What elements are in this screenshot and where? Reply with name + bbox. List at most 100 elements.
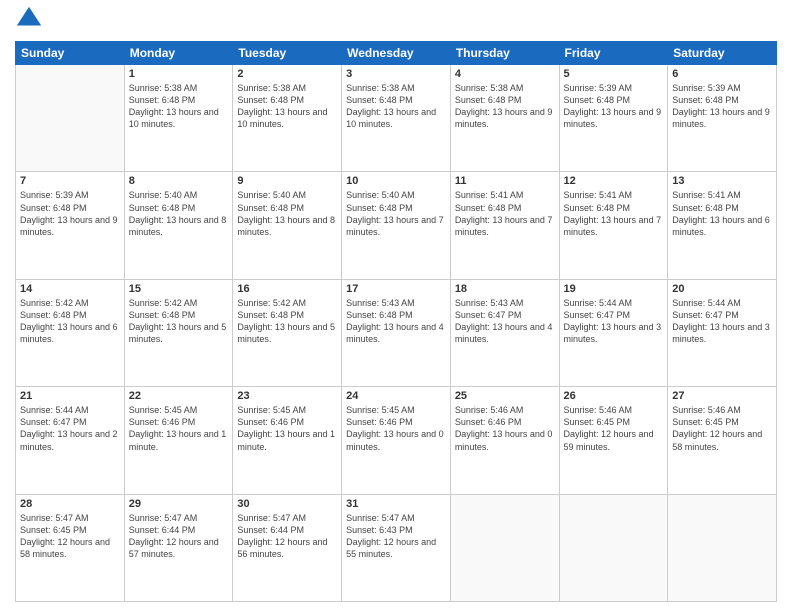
- day-info: Sunrise: 5:42 AMSunset: 6:48 PMDaylight:…: [237, 297, 337, 346]
- day-number: 31: [346, 498, 446, 510]
- day-info: Sunrise: 5:46 AMSunset: 6:45 PMDaylight:…: [672, 404, 772, 453]
- day-number: 9: [237, 175, 337, 187]
- day-info: Sunrise: 5:45 AMSunset: 6:46 PMDaylight:…: [346, 404, 446, 453]
- day-header-monday: Monday: [124, 42, 233, 65]
- day-header-wednesday: Wednesday: [342, 42, 451, 65]
- calendar-cell: 5 Sunrise: 5:39 AMSunset: 6:48 PMDaylight…: [559, 65, 668, 172]
- calendar-cell: 25 Sunrise: 5:46 AMSunset: 6:46 PMDayligh…: [450, 387, 559, 494]
- calendar-week-2: 7 Sunrise: 5:39 AMSunset: 6:48 PMDaylight…: [16, 172, 777, 279]
- calendar-cell: 2 Sunrise: 5:38 AMSunset: 6:48 PMDaylight…: [233, 65, 342, 172]
- day-header-saturday: Saturday: [668, 42, 777, 65]
- day-header-tuesday: Tuesday: [233, 42, 342, 65]
- day-number: 2: [237, 68, 337, 80]
- day-number: 15: [129, 283, 229, 295]
- calendar-cell: 10 Sunrise: 5:40 AMSunset: 6:48 PMDayligh…: [342, 172, 451, 279]
- day-header-thursday: Thursday: [450, 42, 559, 65]
- calendar-header-row: SundayMondayTuesdayWednesdayThursdayFrid…: [16, 42, 777, 65]
- logo-icon: [15, 5, 43, 33]
- day-info: Sunrise: 5:38 AMSunset: 6:48 PMDaylight:…: [129, 82, 229, 131]
- day-info: Sunrise: 5:38 AMSunset: 6:48 PMDaylight:…: [346, 82, 446, 131]
- day-info: Sunrise: 5:43 AMSunset: 6:47 PMDaylight:…: [455, 297, 555, 346]
- day-info: Sunrise: 5:41 AMSunset: 6:48 PMDaylight:…: [455, 189, 555, 238]
- day-number: 8: [129, 175, 229, 187]
- calendar-cell: 1 Sunrise: 5:38 AMSunset: 6:48 PMDaylight…: [124, 65, 233, 172]
- day-info: Sunrise: 5:46 AMSunset: 6:46 PMDaylight:…: [455, 404, 555, 453]
- day-info: Sunrise: 5:44 AMSunset: 6:47 PMDaylight:…: [564, 297, 664, 346]
- calendar-cell: 14 Sunrise: 5:42 AMSunset: 6:48 PMDayligh…: [16, 279, 125, 386]
- calendar-cell: 19 Sunrise: 5:44 AMSunset: 6:47 PMDayligh…: [559, 279, 668, 386]
- calendar-cell: 20Sunrise: 5:44 AMSunset: 6:47 PMDayligh…: [668, 279, 777, 386]
- day-header-friday: Friday: [559, 42, 668, 65]
- day-number: 1: [129, 68, 229, 80]
- day-info: Sunrise: 5:39 AMSunset: 6:48 PMDaylight:…: [20, 189, 120, 238]
- calendar-cell: 16Sunrise: 5:42 AMSunset: 6:48 PMDayligh…: [233, 279, 342, 386]
- day-info: Sunrise: 5:47 AMSunset: 6:44 PMDaylight:…: [237, 512, 337, 561]
- page: SundayMondayTuesdayWednesdayThursdayFrid…: [0, 0, 792, 612]
- day-number: 25: [455, 390, 555, 402]
- day-info: Sunrise: 5:38 AMSunset: 6:48 PMDaylight:…: [455, 82, 555, 131]
- day-info: Sunrise: 5:38 AMSunset: 6:48 PMDaylight:…: [237, 82, 337, 131]
- header: [15, 10, 777, 33]
- day-number: 28: [20, 498, 120, 510]
- calendar-cell: 18 Sunrise: 5:43 AMSunset: 6:47 PMDayligh…: [450, 279, 559, 386]
- day-number: 27: [672, 390, 772, 402]
- day-info: Sunrise: 5:47 AMSunset: 6:44 PMDaylight:…: [129, 512, 229, 561]
- day-info: Sunrise: 5:40 AMSunset: 6:48 PMDaylight:…: [346, 189, 446, 238]
- calendar-cell: 24 Sunrise: 5:45 AMSunset: 6:46 PMDayligh…: [342, 387, 451, 494]
- day-info: Sunrise: 5:47 AMSunset: 6:45 PMDaylight:…: [20, 512, 120, 561]
- day-number: 14: [20, 283, 120, 295]
- day-number: 22: [129, 390, 229, 402]
- day-info: Sunrise: 5:46 AMSunset: 6:45 PMDaylight:…: [564, 404, 664, 453]
- calendar-week-5: 28 Sunrise: 5:47 AMSunset: 6:45 PMDayligh…: [16, 494, 777, 601]
- calendar-cell: 8 Sunrise: 5:40 AMSunset: 6:48 PMDaylight…: [124, 172, 233, 279]
- day-info: Sunrise: 5:40 AMSunset: 6:48 PMDaylight:…: [129, 189, 229, 238]
- calendar-cell: 30 Sunrise: 5:47 AMSunset: 6:44 PMDayligh…: [233, 494, 342, 601]
- day-number: 6: [672, 68, 772, 80]
- day-number: 19: [564, 283, 664, 295]
- day-number: 30: [237, 498, 337, 510]
- day-number: 5: [564, 68, 664, 80]
- day-info: Sunrise: 5:45 AMSunset: 6:46 PMDaylight:…: [237, 404, 337, 453]
- day-number: 24: [346, 390, 446, 402]
- day-number: 21: [20, 390, 120, 402]
- day-info: Sunrise: 5:40 AMSunset: 6:48 PMDaylight:…: [237, 189, 337, 238]
- day-info: Sunrise: 5:45 AMSunset: 6:46 PMDaylight:…: [129, 404, 229, 453]
- calendar-cell: 22 Sunrise: 5:45 AMSunset: 6:46 PMDayligh…: [124, 387, 233, 494]
- day-number: 17: [346, 283, 446, 295]
- day-info: Sunrise: 5:41 AMSunset: 6:48 PMDaylight:…: [564, 189, 664, 238]
- day-info: Sunrise: 5:42 AMSunset: 6:48 PMDaylight:…: [20, 297, 120, 346]
- calendar-cell: 17 Sunrise: 5:43 AMSunset: 6:48 PMDayligh…: [342, 279, 451, 386]
- calendar-cell: 23Sunrise: 5:45 AMSunset: 6:46 PMDayligh…: [233, 387, 342, 494]
- calendar-cell: [668, 494, 777, 601]
- calendar-cell: 28 Sunrise: 5:47 AMSunset: 6:45 PMDayligh…: [16, 494, 125, 601]
- day-number: 18: [455, 283, 555, 295]
- day-info: Sunrise: 5:43 AMSunset: 6:48 PMDaylight:…: [346, 297, 446, 346]
- day-number: 7: [20, 175, 120, 187]
- calendar-cell: 13 Sunrise: 5:41 AMSunset: 6:48 PMDayligh…: [668, 172, 777, 279]
- day-number: 4: [455, 68, 555, 80]
- calendar-cell: 29 Sunrise: 5:47 AMSunset: 6:44 PMDayligh…: [124, 494, 233, 601]
- day-info: Sunrise: 5:47 AMSunset: 6:43 PMDaylight:…: [346, 512, 446, 561]
- logo: [15, 10, 45, 33]
- day-info: Sunrise: 5:39 AMSunset: 6:48 PMDaylight:…: [672, 82, 772, 131]
- calendar-cell: 7 Sunrise: 5:39 AMSunset: 6:48 PMDaylight…: [16, 172, 125, 279]
- calendar-cell: 27 Sunrise: 5:46 AMSunset: 6:45 PMDayligh…: [668, 387, 777, 494]
- calendar-week-1: 1 Sunrise: 5:38 AMSunset: 6:48 PMDaylight…: [16, 65, 777, 172]
- calendar-week-3: 14 Sunrise: 5:42 AMSunset: 6:48 PMDayligh…: [16, 279, 777, 386]
- calendar-cell: [450, 494, 559, 601]
- calendar-cell: 12Sunrise: 5:41 AMSunset: 6:48 PMDayligh…: [559, 172, 668, 279]
- day-number: 20: [672, 283, 772, 295]
- calendar-table: SundayMondayTuesdayWednesdayThursdayFrid…: [15, 41, 777, 602]
- calendar-cell: 31 Sunrise: 5:47 AMSunset: 6:43 PMDayligh…: [342, 494, 451, 601]
- day-number: 10: [346, 175, 446, 187]
- calendar-cell: [559, 494, 668, 601]
- day-info: Sunrise: 5:39 AMSunset: 6:48 PMDaylight:…: [564, 82, 664, 131]
- calendar-week-4: 21Sunrise: 5:44 AMSunset: 6:47 PMDayligh…: [16, 387, 777, 494]
- calendar-cell: 9 Sunrise: 5:40 AMSunset: 6:48 PMDaylight…: [233, 172, 342, 279]
- calendar-cell: [16, 65, 125, 172]
- day-number: 13: [672, 175, 772, 187]
- day-info: Sunrise: 5:42 AMSunset: 6:48 PMDaylight:…: [129, 297, 229, 346]
- day-info: Sunrise: 5:41 AMSunset: 6:48 PMDaylight:…: [672, 189, 772, 238]
- day-number: 29: [129, 498, 229, 510]
- day-header-sunday: Sunday: [16, 42, 125, 65]
